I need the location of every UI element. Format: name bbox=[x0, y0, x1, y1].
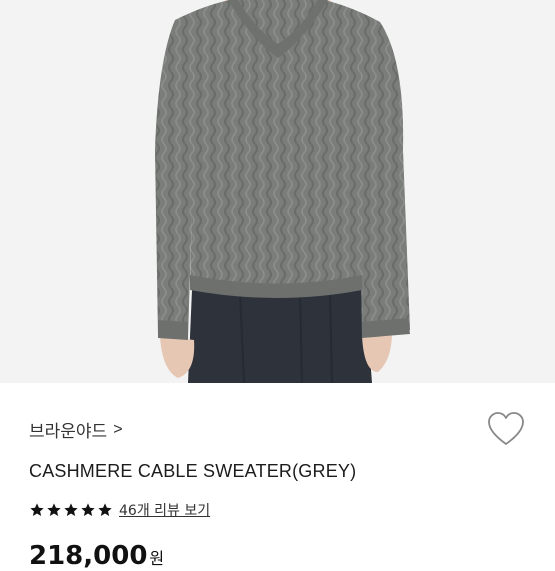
chevron-right-icon: > bbox=[113, 420, 123, 438]
star-icon bbox=[97, 502, 113, 518]
star-icon bbox=[46, 502, 62, 518]
brand-link[interactable]: 브라운야드 > bbox=[29, 417, 123, 443]
star-icon bbox=[29, 502, 45, 518]
sweater-illustration bbox=[155, 0, 410, 383]
product-title: CASHMERE CABLE SWEATER(GREY) bbox=[29, 461, 357, 481]
price-value: 218,000 bbox=[29, 541, 148, 571]
star-icon bbox=[80, 502, 96, 518]
star-icon bbox=[63, 502, 79, 518]
brand-name: 브라운야드 bbox=[29, 422, 108, 442]
product-image[interactable] bbox=[0, 0, 555, 383]
heart-icon[interactable] bbox=[487, 411, 525, 447]
price: 218,000 원 bbox=[29, 541, 164, 571]
product-info: 브라운야드 > CASHMERE CABLE SWEATER(GREY) 46개… bbox=[0, 383, 555, 571]
review-link[interactable]: 46개 리뷰 보기 bbox=[119, 500, 210, 520]
rating-row: 46개 리뷰 보기 bbox=[29, 500, 210, 520]
price-currency: 원 bbox=[149, 549, 165, 568]
rating-stars bbox=[29, 502, 113, 518]
